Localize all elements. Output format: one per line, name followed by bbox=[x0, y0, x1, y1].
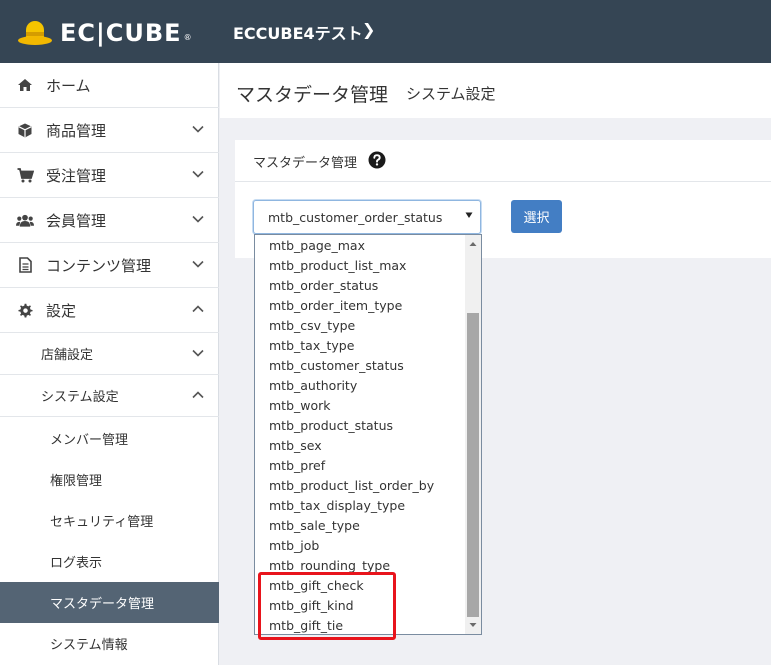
logo-text: EC|CUBE bbox=[60, 19, 182, 47]
sidebar-item-master-data[interactable]: マスタデータ管理 bbox=[0, 582, 219, 623]
sidebar-item-label: 権限管理 bbox=[50, 474, 103, 489]
gear-icon bbox=[16, 303, 34, 318]
sidebar-item-label: 設定 bbox=[46, 301, 77, 320]
highlight-annotation-box bbox=[258, 572, 396, 640]
dropdown-option[interactable]: mtb_csv_type bbox=[269, 316, 355, 336]
chevron-down-icon[interactable] bbox=[191, 212, 205, 226]
sidebar-item-orders[interactable]: 受注管理 bbox=[0, 153, 219, 198]
sidebar-item-settings[interactable]: 設定 bbox=[0, 288, 219, 333]
dropdown-option[interactable]: mtb_sale_type bbox=[269, 516, 360, 536]
sidebar-item-products[interactable]: 商品管理 bbox=[0, 108, 219, 153]
sidebar-item-label: メンバー管理 bbox=[50, 433, 129, 448]
logo-hat-icon bbox=[18, 19, 52, 47]
sidebar-item-security-management[interactable]: セキュリティ管理 bbox=[0, 500, 219, 541]
shop-name-link[interactable]: ECCUBE4テスト bbox=[233, 20, 363, 44]
sidebar-item-label: コンテンツ管理 bbox=[46, 256, 152, 275]
sidebar-item-label: システム設定 bbox=[41, 390, 119, 405]
card-header: マスタデータ管理 bbox=[235, 140, 771, 182]
scrollbar-thumb[interactable] bbox=[467, 313, 479, 617]
top-header: EC|CUBE ® ECCUBE4テスト ❯ bbox=[0, 0, 771, 63]
sidebar-item-label: 店舗設定 bbox=[41, 348, 94, 363]
dropdown-option[interactable]: mtb_pref bbox=[269, 456, 325, 476]
chevron-right-icon[interactable]: ❯ bbox=[362, 20, 375, 39]
scroll-up-arrow-icon[interactable] bbox=[469, 240, 477, 248]
select-button[interactable]: 選択 bbox=[511, 200, 562, 233]
caret-down-icon bbox=[465, 212, 473, 218]
sidebar-item-home[interactable]: ホーム bbox=[0, 63, 219, 108]
scroll-down-arrow-icon[interactable] bbox=[469, 621, 477, 629]
dropdown-option[interactable]: mtb_tax_display_type bbox=[269, 496, 405, 516]
dropdown-option[interactable]: mtb_page_max bbox=[269, 236, 365, 256]
question-circle-icon[interactable] bbox=[368, 151, 386, 169]
sidebar-item-contents[interactable]: コンテンツ管理 bbox=[0, 243, 219, 288]
page-title: マスタデータ管理 bbox=[236, 84, 389, 106]
dropdown-option[interactable]: mtb_sex bbox=[269, 436, 322, 456]
chevron-down-icon[interactable] bbox=[191, 167, 205, 181]
dropdown-option[interactable]: mtb_product_list_order_by bbox=[269, 476, 434, 496]
ec-cube-logo[interactable]: EC|CUBE ® bbox=[18, 18, 192, 48]
chevron-up-icon[interactable] bbox=[191, 302, 205, 316]
sidebar-item-system-settings[interactable]: システム設定 bbox=[0, 375, 219, 417]
sidebar-item-members[interactable]: 会員管理 bbox=[0, 198, 219, 243]
document-icon bbox=[16, 257, 34, 273]
chevron-down-icon[interactable] bbox=[191, 257, 205, 271]
sidebar-item-label: 受注管理 bbox=[46, 166, 107, 185]
dropdown-option[interactable]: mtb_product_list_max bbox=[269, 256, 406, 276]
logo-registered-mark: ® bbox=[183, 33, 192, 42]
dropdown-option[interactable]: mtb_product_status bbox=[269, 416, 393, 436]
select-current-value: mtb_customer_order_status bbox=[268, 210, 443, 225]
sidebar-item-shop-settings[interactable]: 店舗設定 bbox=[0, 333, 219, 375]
sidebar-item-member-management[interactable]: メンバー管理 bbox=[0, 418, 219, 459]
chevron-up-icon[interactable] bbox=[191, 388, 205, 402]
chevron-down-icon[interactable] bbox=[191, 346, 205, 360]
sidebar-item-authority-management[interactable]: 権限管理 bbox=[0, 459, 219, 500]
cart-icon bbox=[16, 167, 34, 183]
dropdown-option[interactable]: mtb_customer_status bbox=[269, 356, 404, 376]
sidebar-item-system-info[interactable]: システム情報 bbox=[0, 623, 219, 664]
master-data-select[interactable]: mtb_customer_order_status bbox=[253, 200, 481, 234]
page-subtitle: システム設定 bbox=[406, 85, 496, 103]
sidebar-item-log-display[interactable]: ログ表示 bbox=[0, 541, 219, 582]
dropdown-option[interactable]: mtb_work bbox=[269, 396, 331, 416]
sidebar-item-label: ホーム bbox=[46, 76, 91, 95]
page-title-bar: マスタデータ管理 システム設定 bbox=[220, 63, 771, 118]
dropdown-option[interactable]: mtb_order_status bbox=[269, 276, 378, 296]
sidebar: ホーム 商品管理 受注管理 会員管理 コンテンツ管理 設定 店舗設定 システム設… bbox=[0, 63, 219, 665]
chevron-down-icon[interactable] bbox=[191, 122, 205, 136]
users-icon bbox=[16, 214, 34, 227]
sidebar-item-label: ログ表示 bbox=[50, 556, 103, 571]
dropdown-option[interactable]: mtb_authority bbox=[269, 376, 357, 396]
sidebar-item-label: マスタデータ管理 bbox=[50, 597, 155, 612]
sidebar-item-label: 商品管理 bbox=[46, 121, 107, 140]
dropdown-option[interactable]: mtb_tax_type bbox=[269, 336, 354, 356]
dropdown-option[interactable]: mtb_job bbox=[269, 536, 319, 556]
sidebar-item-label: セキュリティ管理 bbox=[50, 515, 154, 530]
dropdown-option[interactable]: mtb_order_item_type bbox=[269, 296, 402, 316]
card-title: マスタデータ管理 bbox=[253, 156, 358, 171]
sidebar-item-label: システム情報 bbox=[50, 638, 128, 653]
dropdown-scrollbar[interactable] bbox=[465, 235, 481, 634]
box-icon bbox=[16, 123, 34, 138]
home-icon bbox=[16, 78, 34, 92]
sidebar-item-label: 会員管理 bbox=[46, 211, 107, 230]
